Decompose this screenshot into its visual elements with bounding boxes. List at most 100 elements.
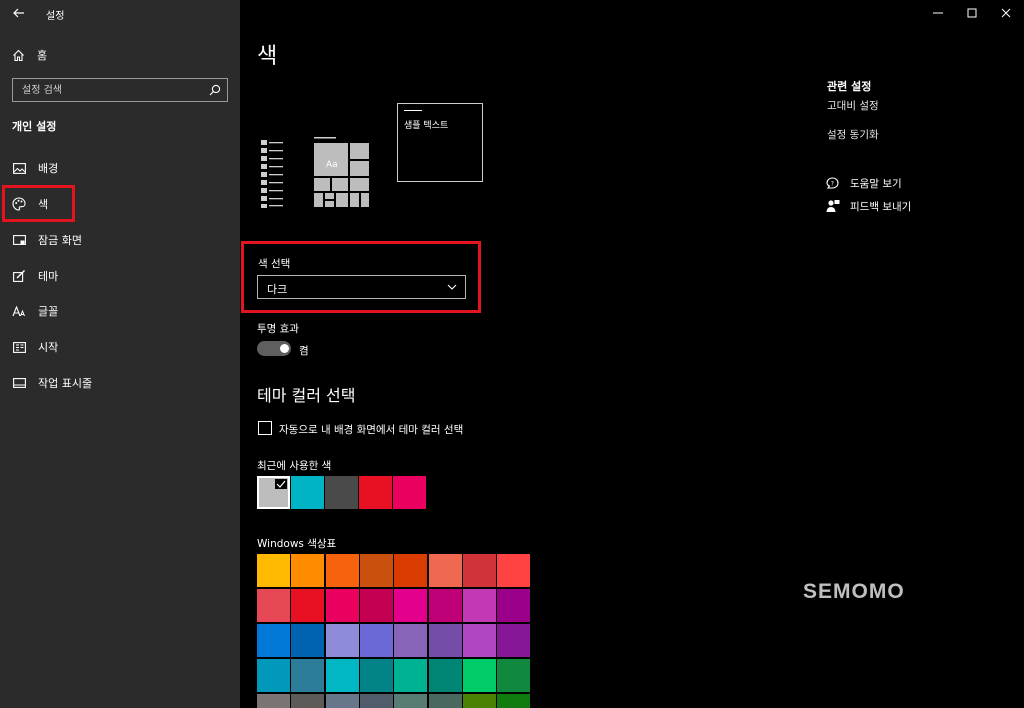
palette-color-swatch[interactable]	[462, 659, 496, 692]
palette-color-swatch[interactable]	[359, 694, 393, 708]
minimize-button[interactable]	[921, 2, 955, 24]
palette-color-swatch[interactable]	[325, 624, 359, 657]
search-box[interactable]	[12, 78, 228, 102]
sidebar-home[interactable]: 홈	[12, 45, 47, 65]
palette-color-swatch[interactable]	[428, 694, 462, 708]
recent-color-swatch[interactable]	[291, 476, 324, 509]
palette-color-swatch[interactable]	[394, 624, 428, 657]
palette-color-swatch[interactable]	[497, 694, 531, 708]
close-button[interactable]	[989, 2, 1023, 24]
palette-color-swatch[interactable]	[394, 589, 428, 622]
search-input[interactable]	[13, 79, 203, 101]
sidebar-item-background[interactable]: 배경	[0, 151, 240, 185]
sidebar: 설정 홈 개인 설정 배경 색 잠금 화면 테마 글꼴 시작 작업 표시줄	[0, 0, 240, 708]
feedback-icon	[826, 200, 840, 212]
sidebar-item-label: 시작	[38, 341, 59, 354]
palette-color-swatch[interactable]	[462, 694, 496, 708]
sidebar-item-taskbar[interactable]: 작업 표시줄	[0, 366, 240, 400]
palette-color-swatch[interactable]	[257, 659, 290, 692]
auto-pick-label: 자동으로 내 배경 화면에서 테마 컬러 선택	[279, 424, 464, 436]
watermark: SEMOMO	[803, 580, 905, 603]
palette-color-swatch[interactable]	[497, 624, 531, 657]
section-title: 개인 설정	[12, 120, 57, 133]
home-icon	[13, 49, 24, 61]
taskbar-icon	[12, 376, 26, 390]
transparency-label: 투명 효과	[257, 323, 299, 335]
palette-color-swatch[interactable]	[257, 694, 290, 708]
windows-palette-label: Windows 색상표	[257, 538, 337, 550]
recent-color-swatch[interactable]	[359, 476, 392, 509]
palette-color-swatch[interactable]	[497, 589, 531, 622]
sidebar-item-start[interactable]: 시작	[0, 330, 240, 364]
palette-color-swatch[interactable]	[462, 554, 496, 587]
palette-color-swatch[interactable]	[325, 554, 359, 587]
sample-text: 샘플 텍스트	[404, 121, 449, 131]
preview-tile-text: Aa	[326, 160, 338, 170]
theme-preview-illustration: Aa	[261, 137, 369, 208]
sidebar-item-theme[interactable]: 테마	[0, 259, 240, 293]
palette-color-swatch[interactable]	[394, 659, 428, 692]
recent-color-swatch[interactable]	[393, 476, 426, 509]
palette-color-swatch[interactable]	[359, 659, 393, 692]
palette-color-swatch[interactable]	[428, 624, 462, 657]
palette-color-swatch[interactable]	[291, 624, 325, 657]
palette-color-swatch[interactable]	[462, 589, 496, 622]
palette-color-swatch[interactable]	[497, 659, 531, 692]
toggle-knob	[280, 344, 289, 353]
start-icon	[12, 340, 26, 354]
color-mode-dropdown[interactable]: 다크	[257, 275, 466, 299]
palette-color-swatch[interactable]	[257, 624, 290, 657]
sample-titlebar-line	[404, 110, 422, 111]
window-title: 설정	[46, 11, 65, 22]
sidebar-item-lock-screen[interactable]: 잠금 화면	[0, 223, 240, 257]
search-icon[interactable]	[209, 84, 221, 96]
maximize-button[interactable]	[955, 2, 989, 24]
palette-color-swatch[interactable]	[359, 554, 393, 587]
palette-color-swatch[interactable]	[394, 554, 428, 587]
theme-icon	[12, 269, 26, 283]
sidebar-item-label: 작업 표시줄	[38, 377, 93, 390]
palette-color-swatch[interactable]	[428, 589, 462, 622]
back-button[interactable]	[8, 3, 30, 23]
palette-color-swatch[interactable]	[257, 554, 290, 587]
transparency-toggle[interactable]	[257, 341, 291, 356]
high-contrast-link[interactable]: 고대비 설정	[827, 98, 879, 113]
page-title: 색	[257, 44, 278, 69]
lock-screen-icon	[12, 233, 26, 247]
auto-pick-checkbox[interactable]	[258, 421, 272, 435]
minimize-icon	[933, 12, 943, 14]
feedback-link[interactable]: 피드백 보내기	[826, 197, 911, 215]
palette-color-swatch[interactable]	[291, 694, 325, 708]
recent-colors-label: 최근에 사용한 색	[257, 460, 332, 472]
check-icon	[275, 479, 287, 489]
recent-color-swatch[interactable]	[257, 476, 290, 509]
recent-color-swatch[interactable]	[325, 476, 358, 509]
palette-color-swatch[interactable]	[462, 624, 496, 657]
palette-color-swatch[interactable]	[428, 659, 462, 692]
theme-color-heading: 테마 컬러 선택	[257, 386, 356, 405]
chevron-down-icon	[447, 284, 457, 290]
palette-color-swatch[interactable]	[428, 554, 462, 587]
sidebar-item-font[interactable]: 글꼴	[0, 294, 240, 328]
palette-icon	[12, 197, 26, 211]
palette-color-swatch[interactable]	[359, 624, 393, 657]
color-choice-label: 색 선택	[258, 258, 291, 270]
sidebar-item-color[interactable]: 색	[0, 187, 240, 221]
related-settings-title: 관련 설정	[827, 80, 872, 93]
palette-color-swatch[interactable]	[291, 554, 325, 587]
palette-color-swatch[interactable]	[325, 694, 359, 708]
help-label: 도움말 보기	[850, 177, 902, 190]
palette-color-swatch[interactable]	[325, 659, 359, 692]
help-link[interactable]: ? 도움말 보기	[826, 174, 902, 192]
palette-color-swatch[interactable]	[359, 589, 393, 622]
palette-color-swatch[interactable]	[257, 589, 290, 622]
palette-color-swatch[interactable]	[497, 554, 531, 587]
palette-color-swatch[interactable]	[291, 589, 325, 622]
palette-color-swatch[interactable]	[325, 589, 359, 622]
palette-color-swatch[interactable]	[394, 694, 428, 708]
home-label: 홈	[37, 49, 48, 62]
sidebar-item-label: 테마	[38, 270, 59, 283]
palette-color-swatch[interactable]	[291, 659, 325, 692]
sync-settings-link[interactable]: 설정 동기화	[827, 127, 879, 142]
image-icon	[12, 161, 26, 175]
